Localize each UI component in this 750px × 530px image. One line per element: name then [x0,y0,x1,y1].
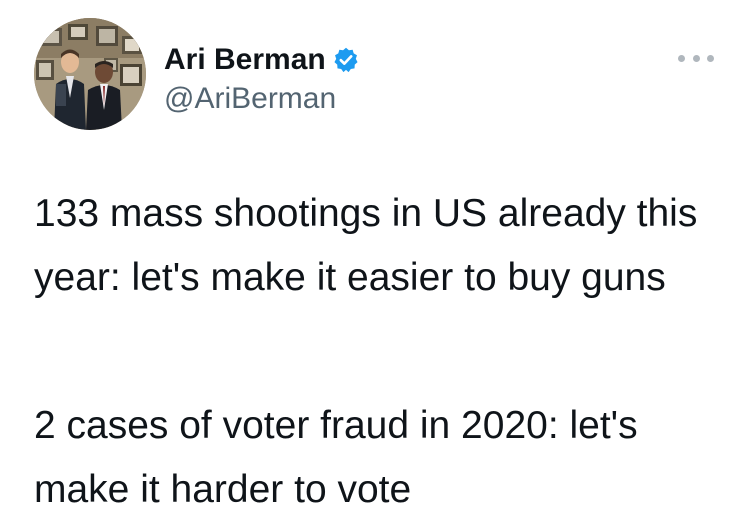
display-name[interactable]: Ari Berman [164,43,326,77]
more-dot [692,54,700,62]
author-name-row: Ari Berman [164,40,360,80]
tweet-text-paragraph: 2 cases of voter fraud in 2020: let's ma… [34,404,638,511]
verified-badge-icon [332,46,360,74]
more-dot [707,54,714,62]
more-dot [678,54,685,62]
author-handle[interactable]: @AriBerman [164,82,336,116]
avatar[interactable] [34,18,146,130]
more-options-icon[interactable] [678,48,714,68]
avatar-photo [34,18,146,130]
tweet-text-paragraph: 133 mass shootings in US already this ye… [34,192,698,299]
tweet-card: Ari Berman @AriBerman 133 mass shootings… [0,0,750,530]
